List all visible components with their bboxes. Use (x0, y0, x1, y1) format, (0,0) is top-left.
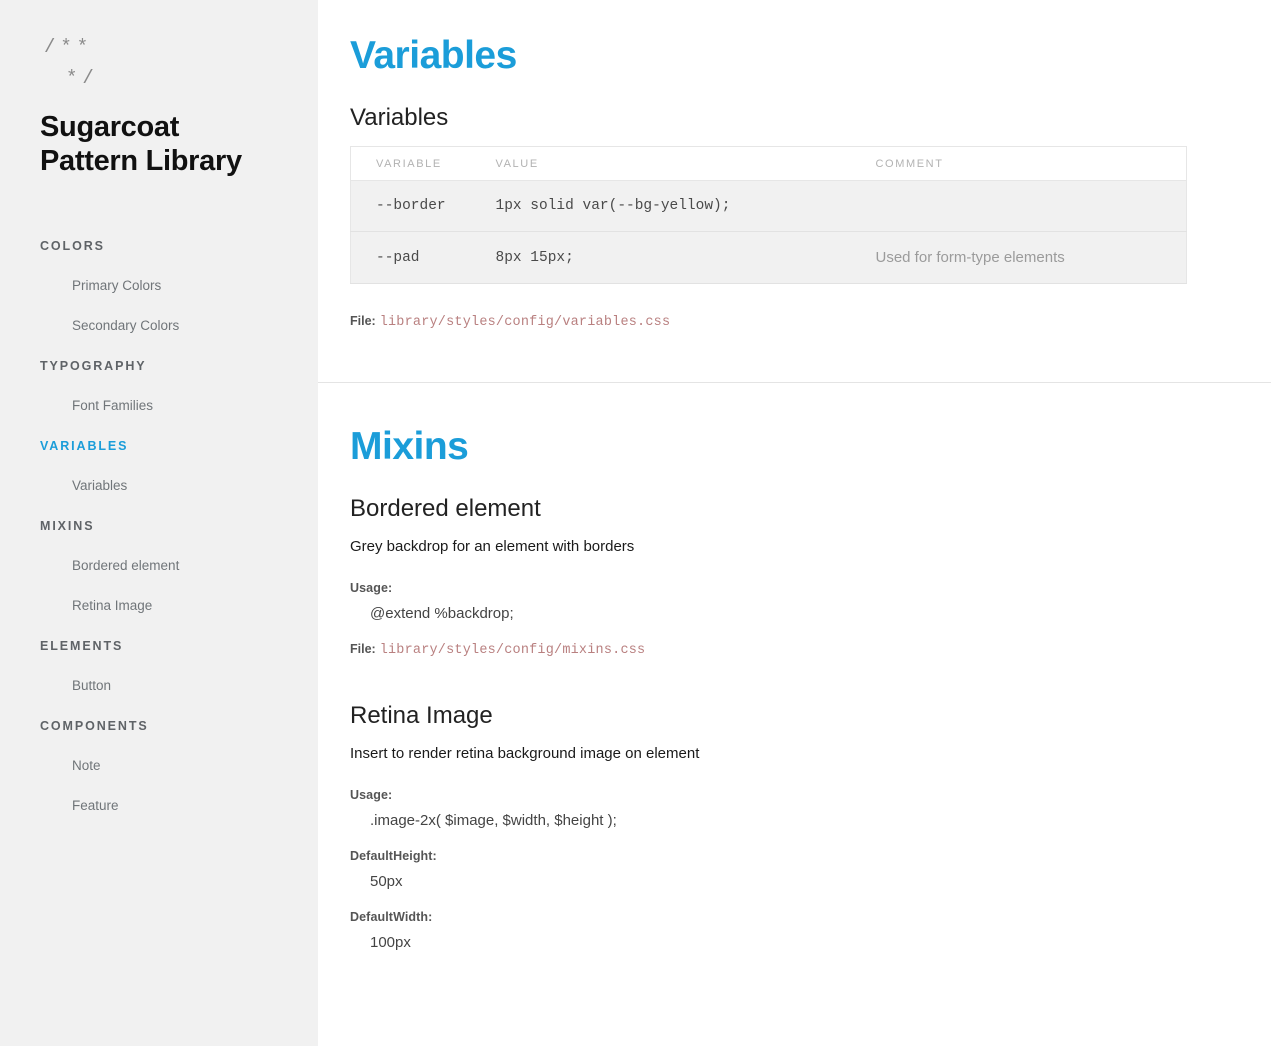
usage-value-retina-image: .image-2x( $image, $width, $height ); (370, 812, 617, 829)
nav-group-components: COMPONENTS Note Feature (0, 706, 318, 826)
section-bottom-spacer (350, 334, 1231, 382)
variables-table: VARIABLE VALUE COMMENT --border 1px soli… (350, 146, 1187, 284)
cell-variable-value: 8px 15px; (495, 231, 876, 284)
sidebar-item-variables[interactable]: Variables (0, 466, 318, 506)
sidebar-section-elements[interactable]: ELEMENTS (0, 626, 318, 666)
sidebar-item-note[interactable]: Note (0, 746, 318, 786)
sidebar-item-button[interactable]: Button (0, 666, 318, 706)
sidebar-item-feature[interactable]: Feature (0, 786, 318, 826)
nav-group-elements: ELEMENTS Button (0, 626, 318, 706)
section-variables: Variables Variables VARIABLE VALUE COMME… (318, 0, 1271, 382)
page-title-mixins: Mixins (350, 425, 469, 468)
table-row: --border 1px solid var(--bg-yellow); (350, 180, 1187, 232)
default-width-label: DefaultWidth: (350, 910, 433, 924)
cell-variable-name: --pad (350, 231, 496, 284)
block-heading-bordered-element: Bordered element (350, 495, 541, 522)
sidebar-item-secondary-colors[interactable]: Secondary Colors (0, 306, 318, 346)
cell-variable-value: 1px solid var(--bg-yellow); (495, 180, 876, 232)
sidebar-section-typography[interactable]: TYPOGRAPHY (0, 346, 318, 386)
nav-group-variables: VARIABLES Variables (0, 426, 318, 506)
sidebar-item-retina-image[interactable]: Retina Image (0, 586, 318, 626)
file-line-mixins: File: library/styles/config/mixins.css (350, 642, 1231, 658)
nav-group-typography: TYPOGRAPHY Font Families (0, 346, 318, 426)
logo-line-2: */ (66, 67, 99, 89)
mixin-block-bordered-element: Bordered element Grey backdrop for an el… (350, 495, 1231, 658)
usage-label-bordered-element: Usage: (350, 581, 393, 595)
cell-variable-comment: Used for form-type elements (875, 231, 1187, 284)
cell-variable-name: --border (350, 180, 496, 232)
main-content: Variables Variables VARIABLE VALUE COMME… (318, 0, 1271, 1046)
default-width-value: 100px (370, 934, 411, 951)
file-line-variables: File: library/styles/config/variables.css (350, 314, 1231, 330)
block-heading-retina-image: Retina Image (350, 702, 493, 729)
usage-value-bordered-element: @extend %backdrop; (370, 605, 514, 622)
column-header-variable: VARIABLE (350, 146, 496, 181)
nav-group-colors: COLORS Primary Colors Secondary Colors (0, 226, 318, 346)
sidebar: /** */ Sugarcoat Pattern Library COLORS … (0, 0, 318, 1046)
variables-table-head: VARIABLE VALUE COMMENT (350, 146, 1187, 181)
column-header-value: VALUE (495, 146, 876, 181)
section-mixins: Mixins Bordered element Grey backdrop fo… (318, 383, 1271, 951)
logo-line-1: /** (44, 36, 94, 58)
comment-logo-icon: /** */ (0, 0, 318, 94)
file-path-link[interactable]: library/styles/config/mixins.css (380, 643, 646, 658)
sidebar-item-font-families[interactable]: Font Families (0, 386, 318, 426)
sidebar-section-components[interactable]: COMPONENTS (0, 706, 318, 746)
file-label: File: (350, 314, 376, 328)
sidebar-item-primary-colors[interactable]: Primary Colors (0, 266, 318, 306)
usage-label-retina-image: Usage: (350, 788, 393, 802)
block-heading-variables: Variables (350, 104, 449, 131)
sidebar-section-mixins[interactable]: MIXINS (0, 506, 318, 546)
page-title-variables: Variables (350, 34, 517, 77)
mixin-block-retina-image: Retina Image Insert to render retina bac… (350, 702, 1231, 951)
default-height-value: 50px (370, 873, 403, 890)
block-description-retina-image: Insert to render retina background image… (350, 745, 700, 762)
site-title: Sugarcoat Pattern Library (0, 94, 318, 178)
sidebar-section-colors[interactable]: COLORS (0, 226, 318, 266)
nav-group-mixins: MIXINS Bordered element Retina Image (0, 506, 318, 626)
variables-table-body: --border 1px solid var(--bg-yellow); --p… (350, 180, 1187, 284)
column-header-comment: COMMENT (875, 146, 1187, 181)
table-header-row: VARIABLE VALUE COMMENT (350, 146, 1187, 181)
default-height-label: DefaultHeight: (350, 849, 437, 863)
file-path-link[interactable]: library/styles/config/variables.css (380, 315, 671, 330)
app-root: /** */ Sugarcoat Pattern Library COLORS … (0, 0, 1271, 1046)
cell-variable-comment (875, 180, 1187, 232)
file-label: File: (350, 642, 376, 656)
sidebar-section-variables[interactable]: VARIABLES (0, 426, 318, 466)
site-title-line-1: Sugarcoat (40, 111, 180, 143)
sidebar-nav: COLORS Primary Colors Secondary Colors T… (0, 178, 318, 826)
sidebar-item-bordered-element[interactable]: Bordered element (0, 546, 318, 586)
block-description-bordered-element: Grey backdrop for an element with border… (350, 538, 635, 555)
site-title-line-2: Pattern Library (40, 145, 242, 177)
table-row: --pad 8px 15px; Used for form-type eleme… (350, 231, 1187, 284)
